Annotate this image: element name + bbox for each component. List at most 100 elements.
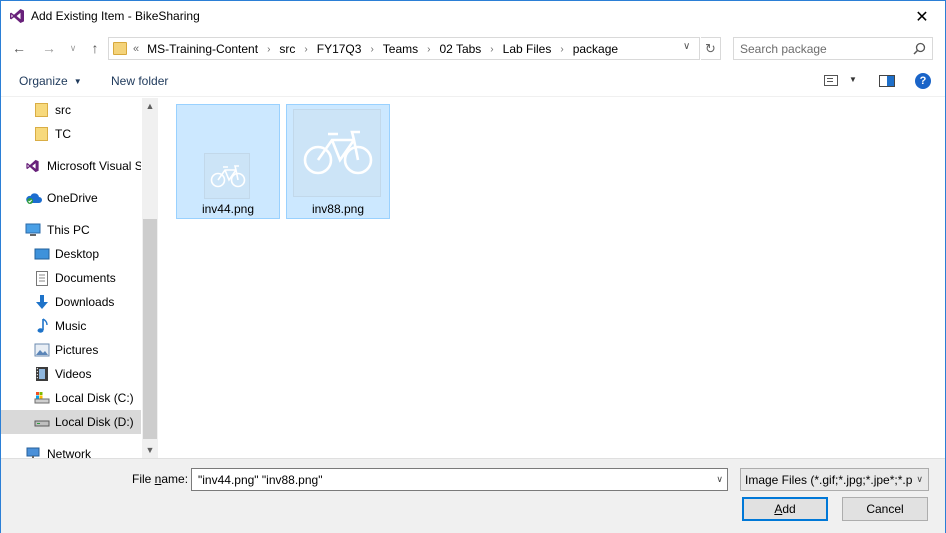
chevron-right-icon[interactable]: › — [267, 44, 270, 55]
network-icon — [26, 447, 40, 458]
file-name: inv88.png — [311, 202, 365, 216]
breadcrumb-item[interactable]: MS-Training-Content — [147, 42, 258, 56]
search-input[interactable] — [734, 38, 912, 59]
arrow-up-icon: ↑ — [91, 40, 99, 56]
sidebar-item-label: TC — [55, 127, 71, 141]
breadcrumb-item[interactable]: Lab Files — [503, 42, 552, 56]
search-icon[interactable] — [913, 42, 926, 55]
breadcrumb-item[interactable]: Teams — [383, 42, 418, 56]
arrow-left-icon: ← — [12, 40, 26, 56]
sidebar-item-videos[interactable]: Videos — [1, 362, 141, 386]
sidebar-item-network[interactable]: Network — [1, 442, 141, 458]
breadcrumb-item-current[interactable]: package — [573, 42, 618, 56]
sidebar-item-desktop[interactable]: Desktop — [1, 242, 141, 266]
sidebar-item-downloads[interactable]: Downloads — [1, 290, 141, 314]
command-bar: Organize ▼ New folder ▼ ? — [1, 67, 945, 97]
scrollbar-thumb[interactable] — [143, 219, 157, 439]
address-history-dropdown[interactable]: ∨ — [683, 41, 690, 52]
address-bar[interactable]: « MS-Training-Content › src › FY17Q3 › T… — [108, 37, 700, 60]
chevron-right-icon[interactable]: › — [370, 44, 373, 55]
documents-icon — [36, 271, 48, 286]
sidebar-item-label: Desktop — [55, 247, 100, 261]
chevron-down-icon: ∨ — [69, 42, 77, 53]
recent-locations-button[interactable]: ∨ — [63, 38, 83, 58]
chevron-down-icon[interactable]: ∨ — [716, 474, 723, 485]
overflow-chevron-icon[interactable]: « — [133, 43, 139, 55]
search-box — [733, 37, 933, 60]
file-name-input[interactable] — [192, 469, 702, 490]
file-list: inv44.png inv88.png — [159, 98, 945, 458]
organize-label: Organize — [19, 74, 68, 88]
file-name: inv44.png — [201, 202, 255, 216]
arrow-right-icon: → — [42, 40, 56, 56]
help-icon[interactable]: ? — [915, 73, 931, 89]
organize-button[interactable]: Organize ▼ — [19, 74, 82, 88]
bicycle-icon — [210, 165, 246, 188]
breadcrumb-item[interactable]: FY17Q3 — [317, 42, 362, 56]
sidebar-item-label: Local Disk (C:) — [55, 391, 134, 405]
videos-icon — [36, 367, 48, 381]
close-button[interactable]: ✕ — [899, 1, 945, 32]
folder-icon — [113, 42, 127, 55]
sidebar-item-label: Videos — [55, 367, 92, 381]
scroll-up-arrow-icon[interactable]: ▲ — [142, 98, 158, 114]
forward-button[interactable]: → — [39, 38, 59, 58]
visual-studio-icon — [26, 159, 39, 173]
add-button[interactable]: Add — [742, 497, 828, 521]
sidebar-item-onedrive[interactable]: OneDrive — [1, 186, 141, 210]
sidebar-item-label: Documents — [55, 271, 116, 285]
add-button-accelerator: A — [774, 502, 783, 516]
bicycle-icon — [303, 130, 373, 175]
sidebar-item-src[interactable]: src — [1, 98, 141, 122]
chevron-right-icon[interactable]: › — [304, 44, 307, 55]
sidebar-item-label: Music — [55, 319, 87, 333]
sidebar-item-microsoft-visual-studio[interactable]: Microsoft Visual S — [1, 154, 141, 178]
navigation-pane: src TC Microsoft Visual S OneDrive This … — [1, 98, 158, 458]
sidebar-item-label: Local Disk (D:) — [55, 415, 134, 429]
preview-pane-icon[interactable] — [879, 75, 895, 87]
sidebar-item-local-disk-d[interactable]: Local Disk (D:) — [1, 410, 141, 434]
sidebar-item-pictures[interactable]: Pictures — [1, 338, 141, 362]
file-name-label-suffix: ame: — [161, 472, 189, 486]
file-item-inv88[interactable]: inv88.png — [286, 104, 390, 219]
chevron-right-icon[interactable]: › — [490, 44, 493, 55]
breadcrumb-item[interactable]: src — [279, 42, 295, 56]
sidebar-item-local-disk-c[interactable]: Local Disk (C:) — [1, 386, 141, 410]
add-existing-item-dialog: Add Existing Item - BikeSharing ✕ ← → ∨ … — [0, 0, 946, 533]
scroll-down-arrow-icon[interactable]: ▼ — [142, 442, 158, 458]
file-item-inv44[interactable]: inv44.png — [176, 104, 280, 219]
dialog-footer: File name: ∨ Image Files (*.gif;*.jpg;*.… — [1, 458, 945, 533]
sidebar-item-music[interactable]: Music — [1, 314, 141, 338]
view-options-dropdown[interactable]: ▼ — [849, 75, 857, 84]
cancel-button[interactable]: Cancel — [842, 497, 928, 521]
navigation-pane-scrollbar[interactable]: ▲ ▼ — [142, 98, 158, 458]
sidebar-item-documents[interactable]: Documents — [1, 266, 141, 290]
back-button[interactable]: ← — [9, 38, 29, 58]
breadcrumb: « MS-Training-Content › src › FY17Q3 › T… — [131, 42, 618, 56]
navigation-bar: ← → ∨ ↑ « MS-Training-Content › src › FY… — [1, 34, 945, 62]
desktop-icon — [34, 248, 50, 260]
sidebar-item-tc[interactable]: TC — [1, 122, 141, 146]
drive-icon — [34, 420, 50, 427]
add-button-label: dd — [782, 502, 796, 516]
chevron-right-icon[interactable]: › — [427, 44, 430, 55]
image-thumbnail — [204, 153, 250, 199]
sidebar-item-label: Pictures — [55, 343, 99, 357]
change-view-icon[interactable] — [824, 75, 838, 86]
sidebar-item-label: Microsoft Visual S — [47, 159, 141, 173]
new-folder-button[interactable]: New folder — [111, 74, 168, 88]
folder-icon — [35, 127, 48, 141]
file-type-select[interactable]: Image Files (*.gif;*.jpg;*.jpe*;*.png;*.… — [740, 468, 929, 491]
image-thumbnail — [293, 109, 381, 197]
refresh-icon: ↻ — [705, 40, 716, 56]
chevron-down-icon: ∨ — [916, 474, 923, 484]
computer-icon — [25, 223, 41, 236]
drive-icon — [34, 392, 50, 404]
chevron-right-icon[interactable]: › — [560, 44, 563, 55]
sidebar-item-this-pc[interactable]: This PC — [1, 218, 141, 242]
sidebar-item-label: src — [55, 103, 71, 117]
folder-icon — [35, 103, 48, 117]
breadcrumb-item[interactable]: 02 Tabs — [439, 42, 481, 56]
up-button[interactable]: ↑ — [85, 38, 105, 58]
refresh-button[interactable]: ↻ — [701, 37, 721, 60]
